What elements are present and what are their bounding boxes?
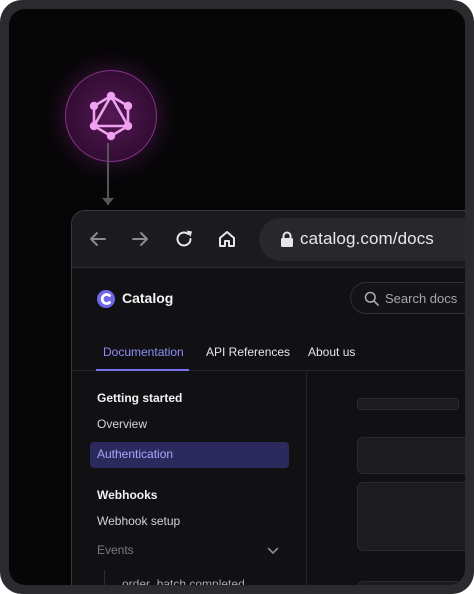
tab-api-references[interactable]: API References: [206, 345, 290, 359]
sub-item-guide-line: [104, 570, 105, 585]
nav-tabs: Documentation API References About us: [72, 327, 465, 371]
search-icon: [364, 291, 379, 306]
logo-text[interactable]: Catalog: [122, 290, 173, 306]
connector-arrow-icon: [102, 198, 114, 205]
sidebar-sub-item-order-batch[interactable]: order_batch.completed: [122, 577, 245, 585]
connector-line: [107, 143, 109, 205]
search-placeholder: Search docs: [385, 291, 458, 306]
browser-window: catalog.com/docs Catalog Search docs Doc…: [71, 210, 465, 585]
sidebar-item-overview[interactable]: Overview: [97, 417, 147, 431]
active-tab-indicator: [96, 369, 189, 371]
sidebar-heading-getting-started: Getting started: [97, 391, 183, 405]
sidebar-heading-webhooks: Webhooks: [97, 488, 158, 502]
content-skeleton-block: [357, 437, 465, 474]
sidebar-item-webhook-setup[interactable]: Webhook setup: [97, 514, 180, 528]
sidebar: Getting started Overview Authentication …: [72, 372, 306, 585]
catalog-logo-icon: [97, 290, 115, 308]
address-bar[interactable]: catalog.com/docs: [259, 218, 465, 261]
graphql-icon: [89, 91, 133, 141]
sidebar-divider: [306, 372, 307, 585]
search-input[interactable]: Search docs: [350, 282, 465, 314]
back-arrow-icon[interactable]: [87, 228, 109, 250]
tab-documentation[interactable]: Documentation: [103, 345, 184, 359]
tab-about-us[interactable]: About us: [308, 345, 355, 359]
home-icon[interactable]: [216, 228, 238, 250]
sidebar-item-authentication[interactable]: Authentication: [90, 442, 289, 468]
url-text[interactable]: catalog.com/docs: [300, 229, 434, 249]
device-frame: catalog.com/docs Catalog Search docs Doc…: [0, 0, 474, 594]
browser-toolbar: catalog.com/docs: [72, 211, 465, 268]
sidebar-item-events[interactable]: Events: [97, 543, 134, 557]
forward-arrow-icon[interactable]: [129, 228, 151, 250]
lock-icon: [281, 231, 293, 247]
sidebar-item-label: Authentication: [97, 447, 174, 461]
content-skeleton-block: [357, 482, 465, 551]
reload-icon[interactable]: [173, 228, 195, 250]
docs-site: Catalog Search docs Documentation API Re…: [72, 269, 465, 585]
device-screen: catalog.com/docs Catalog Search docs Doc…: [9, 9, 465, 585]
content-skeleton-line: [357, 398, 459, 410]
content-skeleton-block: [357, 581, 465, 585]
chevron-down-icon[interactable]: [267, 547, 279, 555]
